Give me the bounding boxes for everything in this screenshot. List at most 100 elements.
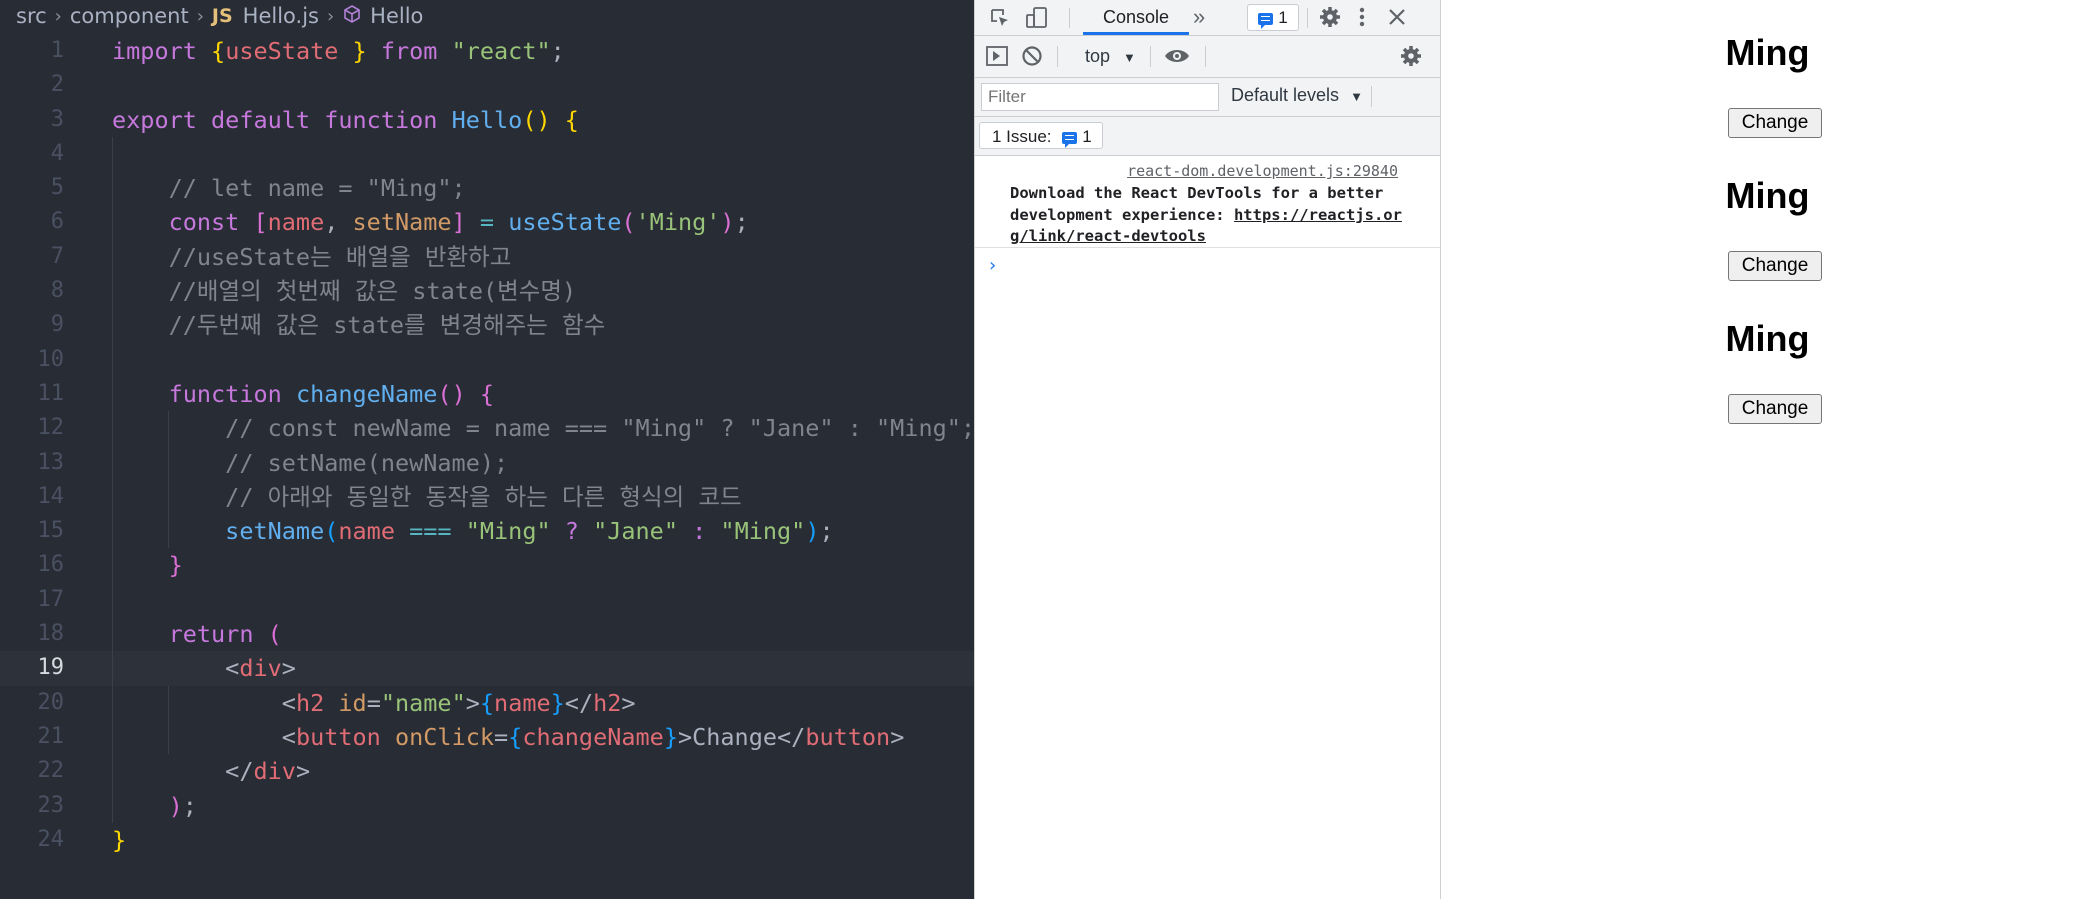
code-token: return xyxy=(112,620,268,649)
code-token: = xyxy=(465,208,509,237)
code-line[interactable]: 17 xyxy=(0,582,974,618)
code-text: // const newName = name === "Ming" ? "Ja… xyxy=(112,411,974,445)
code-token: ) xyxy=(805,517,820,546)
code-line[interactable]: 14 // 아래와 동일한 동작을 하는 다른 형식의 코드 xyxy=(0,479,974,515)
line-number: 15 xyxy=(37,518,65,544)
code-line[interactable]: 16 } xyxy=(0,548,974,583)
context-selector[interactable]: top ▼ xyxy=(1085,46,1136,67)
code-token: changeName xyxy=(522,722,664,751)
code-token: export default function xyxy=(112,105,452,134)
code-text: setName(name === "Ming" ? "Jane" : "Ming… xyxy=(112,514,834,548)
issues-bar: 1 Issue: 1 xyxy=(975,117,1440,156)
code-line[interactable]: 13 // setName(newName); xyxy=(0,445,974,480)
device-toolbar-icon[interactable] xyxy=(1025,6,1049,34)
code-line[interactable]: 20 <h2 id="name">{name}</h2> xyxy=(0,685,974,720)
breadcrumb-symbol[interactable]: Hello xyxy=(370,4,423,28)
chevron-right-icon: › xyxy=(326,5,335,27)
code-token: ; xyxy=(734,208,749,237)
code-lines[interactable]: 1 import {useState } from "react"; 2 3 expor… xyxy=(0,34,974,857)
breadcrumb-subfolder[interactable]: component xyxy=(70,4,189,28)
line-number: 2 xyxy=(50,72,64,98)
change-button[interactable]: Change xyxy=(1728,251,1822,281)
clear-console-icon[interactable] xyxy=(1020,44,1044,72)
code-token: name xyxy=(494,688,551,717)
code-token: name xyxy=(267,208,325,237)
issues-count: 1 xyxy=(1082,127,1092,146)
line-number: 13 xyxy=(37,449,65,475)
more-options-icon[interactable] xyxy=(1358,5,1366,33)
show-sidebar-icon[interactable] xyxy=(985,45,1009,71)
line-number: 9 xyxy=(50,312,64,338)
console-prompt-icon[interactable]: › xyxy=(987,255,998,276)
code-line[interactable]: 3 export default function Hello() { xyxy=(0,103,974,137)
code-token: = xyxy=(366,688,381,717)
issues-button[interactable]: 1 Issue: 1 xyxy=(979,122,1103,149)
chevron-right-icon: › xyxy=(54,5,62,27)
breadcrumb: src › component › JS Hello.js › Hello xyxy=(0,0,974,32)
code-token: ] xyxy=(451,208,466,237)
log-source-link[interactable]: react-dom.development.js:29840 xyxy=(1127,162,1398,180)
name-heading: Ming xyxy=(1725,32,1810,73)
inspect-element-icon[interactable] xyxy=(989,7,1011,33)
code-line[interactable]: 4 xyxy=(0,136,974,172)
breadcrumb-file[interactable]: Hello.js xyxy=(243,4,319,28)
log-levels-dropdown[interactable]: Default levels ▼ xyxy=(1231,85,1363,106)
change-button[interactable]: Change xyxy=(1728,108,1822,138)
code-line[interactable]: 6 const [name, setName] = useState('Ming… xyxy=(0,205,974,240)
code-token: // let name = "Ming"; xyxy=(112,174,466,203)
symbol-cube-icon xyxy=(342,4,362,29)
code-token: </ xyxy=(564,688,594,717)
code-line[interactable]: 8 //배열의 첫번째 값은 state(변수명) xyxy=(0,274,974,309)
more-tabs-icon[interactable]: » xyxy=(1193,4,1205,30)
code-token: button xyxy=(295,722,381,751)
filter-input[interactable] xyxy=(981,83,1219,111)
code-line[interactable]: 5 // let name = "Ming"; xyxy=(0,171,974,206)
issues-badge-button[interactable]: 1 xyxy=(1247,4,1299,31)
code-token: === xyxy=(394,517,466,546)
dropdown-arrow-icon: ▼ xyxy=(1123,50,1136,65)
code-token: } xyxy=(112,825,127,854)
code-text: <h2 id="name">{name}</h2> xyxy=(112,686,636,720)
code-line[interactable]: 11 function changeName() { xyxy=(0,376,974,412)
code-line[interactable]: 1 import {useState } from "react"; xyxy=(0,34,974,68)
code-token: > xyxy=(281,654,296,683)
code-token: ; xyxy=(182,791,197,820)
log-levels-label: Default levels xyxy=(1231,85,1340,105)
code-text: <button onClick={changeName}>Change</but… xyxy=(112,720,905,754)
code-token: ; xyxy=(819,517,834,546)
code-line[interactable]: 9 //두번째 값은 state를 변경해주는 함수 xyxy=(0,308,974,343)
code-token: ( xyxy=(621,208,636,237)
breadcrumb-folder[interactable]: src xyxy=(16,4,47,28)
code-line[interactable]: 7 //useState는 배열을 반환하고 xyxy=(0,239,974,275)
line-number: 24 xyxy=(37,826,65,852)
code-line[interactable]: 12 // const newName = name === "Ming" ? … xyxy=(0,411,974,446)
change-button[interactable]: Change xyxy=(1728,394,1822,424)
code-text: //두번째 값은 state를 변경해주는 함수 xyxy=(112,308,606,342)
issues-badge-count: 1 xyxy=(1278,8,1288,27)
code-line[interactable]: 10 xyxy=(0,342,974,377)
tab-console[interactable]: Console xyxy=(1083,0,1189,35)
javascript-file-icon: JS xyxy=(211,5,233,27)
code-line[interactable]: 15 setName(name === "Ming" ? "Jane" : "M… xyxy=(0,514,974,549)
code-line[interactable]: 23 ); xyxy=(0,788,974,823)
close-icon[interactable] xyxy=(1386,6,1408,32)
code-editor[interactable]: src › component › JS Hello.js › Hello 1 i… xyxy=(0,0,974,899)
message-icon xyxy=(1062,131,1078,148)
code-line[interactable]: 18 return ( xyxy=(0,617,974,652)
console-settings-gear-icon[interactable] xyxy=(1399,44,1423,72)
code-token: } xyxy=(550,688,565,717)
code-line[interactable]: 19 <div> xyxy=(0,651,974,686)
code-line[interactable]: 21 <button onClick={changeName}>Change</… xyxy=(0,719,974,755)
code-line[interactable]: 2 xyxy=(0,68,974,102)
line-number: 11 xyxy=(37,380,65,406)
log-message-text: Download the React DevTools for a better… xyxy=(1010,183,1420,248)
code-text: ); xyxy=(112,789,197,823)
live-expression-eye-icon[interactable] xyxy=(1163,45,1191,71)
code-token: </ xyxy=(112,757,254,786)
code-token: { xyxy=(479,688,495,717)
code-line[interactable]: 22 </div> xyxy=(0,754,974,789)
code-token: ) xyxy=(112,791,183,820)
code-line[interactable]: 24} xyxy=(0,823,974,857)
code-token: div xyxy=(253,757,296,786)
settings-gear-icon[interactable] xyxy=(1318,5,1342,33)
